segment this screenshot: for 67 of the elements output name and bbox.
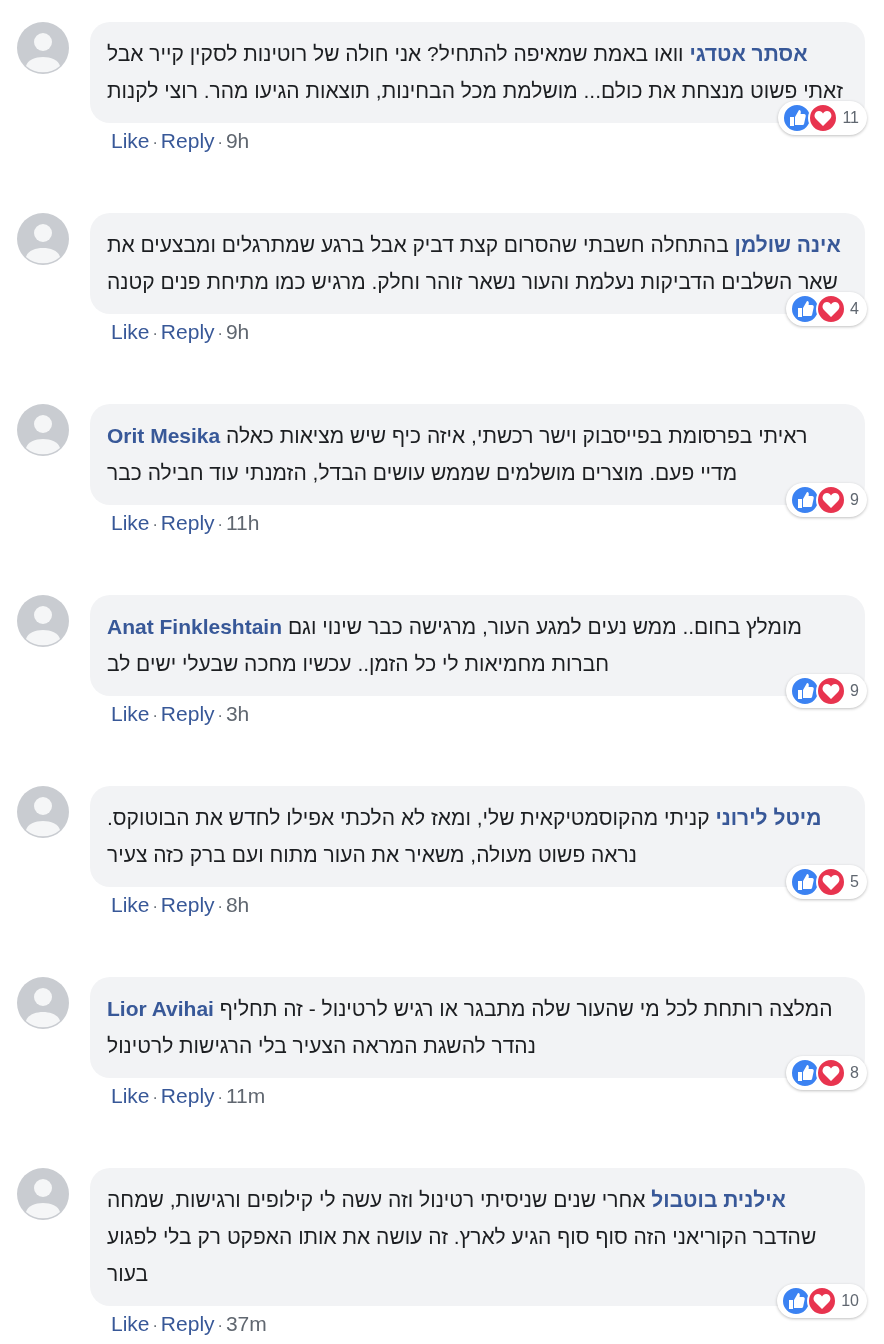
like-link[interactable]: Like bbox=[111, 893, 150, 917]
reply-link[interactable]: Reply bbox=[160, 129, 215, 153]
reply-link[interactable]: Reply bbox=[160, 320, 215, 344]
separator-dot: · bbox=[151, 898, 159, 916]
separator-dot: · bbox=[151, 516, 159, 534]
separator-dot: · bbox=[151, 707, 159, 725]
timestamp: 3h bbox=[225, 702, 250, 726]
like-link[interactable]: Like bbox=[111, 1084, 150, 1108]
avatar[interactable] bbox=[17, 1168, 69, 1220]
reply-link[interactable]: Reply bbox=[160, 893, 215, 917]
reactions-badge[interactable]: 8 bbox=[786, 1056, 867, 1090]
reactions-badge[interactable]: 10 bbox=[777, 1284, 867, 1318]
reactions-badge[interactable]: 9 bbox=[786, 483, 867, 517]
like-link[interactable]: Like bbox=[111, 320, 150, 344]
separator-dot: · bbox=[216, 516, 224, 534]
avatar[interactable] bbox=[17, 213, 69, 265]
reactions-badge[interactable]: 5 bbox=[786, 865, 867, 899]
author-link[interactable]: אינה שולמן bbox=[734, 233, 841, 256]
reaction-count: 4 bbox=[850, 300, 859, 318]
timestamp: 9h bbox=[225, 320, 250, 344]
like-link[interactable]: Like bbox=[111, 511, 150, 535]
separator-dot: · bbox=[151, 325, 159, 343]
separator-dot: · bbox=[216, 1089, 224, 1107]
reaction-count: 9 bbox=[850, 491, 859, 509]
author-link[interactable]: Lior Avihai bbox=[107, 997, 214, 1020]
separator-dot: · bbox=[151, 1089, 159, 1107]
avatar[interactable] bbox=[17, 786, 69, 838]
reaction-count: 11 bbox=[842, 109, 859, 127]
timestamp: 11m bbox=[225, 1084, 266, 1108]
timestamp: 9h bbox=[225, 129, 250, 153]
timestamp: 11h bbox=[225, 511, 260, 535]
reaction-count: 8 bbox=[850, 1064, 859, 1082]
comment-text: מיטל לירוני קניתי מהקוסמטיקאית שלי, ומאז לא הלכתי אפילו לחדש את הבוטוקס. נראה פשוט מעולה, משאיר את העור מתוח ועם ברק כזה צעיר bbox=[107, 805, 823, 868]
reply-link[interactable]: Reply bbox=[160, 702, 215, 726]
reaction-count: 9 bbox=[850, 682, 859, 700]
author-link[interactable]: מיטל לירוני bbox=[715, 806, 822, 829]
like-link[interactable]: Like bbox=[111, 129, 150, 153]
separator-dot: · bbox=[151, 1317, 159, 1335]
reaction-count: 5 bbox=[850, 873, 859, 891]
reactions-badge[interactable]: 4 bbox=[786, 292, 867, 326]
separator-dot: · bbox=[216, 898, 224, 916]
like-link[interactable]: Like bbox=[111, 702, 150, 726]
avatar[interactable] bbox=[17, 977, 69, 1029]
like-link[interactable]: Like bbox=[111, 1312, 150, 1336]
reactions-badge[interactable]: 11 bbox=[778, 101, 867, 135]
author-link[interactable]: Orit Mesika bbox=[107, 424, 221, 447]
comment-text: אילנית בוטבול אחרי שנים שניסיתי רטינול וזה עשה לי קילופים ורגישות, שמחה שהדבר הקוריאני הזה סוף סוף הגיע לארץ. זה עושה את אותו האפקט רק בלי לפגוע בעור bbox=[107, 1187, 818, 1287]
timestamp: 37m bbox=[225, 1312, 267, 1336]
reaction-count: 10 bbox=[841, 1292, 859, 1310]
reply-link[interactable]: Reply bbox=[160, 1312, 215, 1336]
separator-dot: · bbox=[216, 707, 224, 725]
separator-dot: · bbox=[151, 134, 159, 152]
author-link[interactable]: אילנית בוטבול bbox=[651, 1188, 786, 1211]
separator-dot: · bbox=[216, 1317, 224, 1335]
timestamp: 8h bbox=[225, 893, 250, 917]
reply-link[interactable]: Reply bbox=[160, 511, 215, 535]
avatar[interactable] bbox=[17, 22, 69, 74]
separator-dot: · bbox=[216, 325, 224, 343]
reply-link[interactable]: Reply bbox=[160, 1084, 215, 1108]
author-link[interactable]: Anat Finkleshtain bbox=[107, 615, 283, 638]
avatar[interactable] bbox=[17, 404, 69, 456]
avatar[interactable] bbox=[17, 595, 69, 647]
author-link[interactable]: אסתר אטדגי bbox=[689, 42, 808, 65]
separator-dot: · bbox=[216, 134, 224, 152]
comment-text: אסתר אטדגי וואו באמת שמאיפה להתחיל? אני חולה של רוטינות לסקין קייר אבל זאתי פשוט מנצחת את כולם... מושלמת מכל הבחינות, תוצאות הגיעו מהר. רוצי לקנות bbox=[107, 41, 845, 104]
reactions-badge[interactable]: 9 bbox=[786, 674, 867, 708]
comment-text: אינה שולמן בהתחלה חשבתי שהסרום קצת דביק אבל ברגע שמתרגלים ומבצעים את שאר השלבים הדביקות נעלמת והעור נשאר זוהר וחלק. מרגיש כמו מתיחת פנים קטנה bbox=[107, 232, 842, 295]
